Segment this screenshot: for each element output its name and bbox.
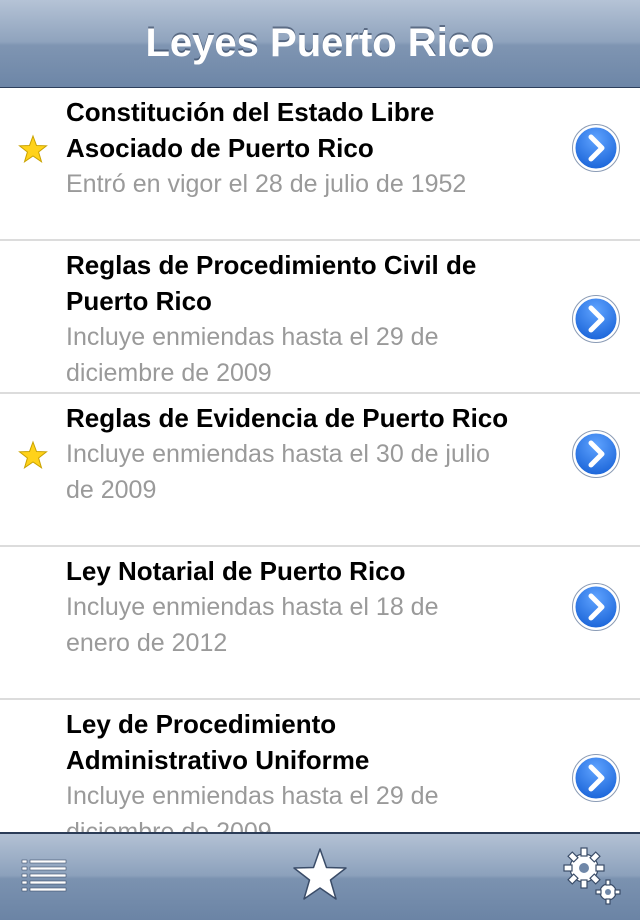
detail-disclosure-icon[interactable] bbox=[572, 124, 620, 172]
list-button[interactable] bbox=[20, 856, 68, 896]
detail-disclosure-icon[interactable] bbox=[572, 753, 620, 802]
favorite-star-icon bbox=[18, 440, 48, 470]
app-screen: Leyes Puerto Rico Constitución del Estad… bbox=[0, 0, 640, 920]
law-title-line: Puerto Rico bbox=[66, 286, 212, 316]
law-title-line: Ley de Procedimiento bbox=[66, 709, 337, 739]
favorite-star-icon bbox=[18, 134, 48, 164]
law-title-line: Administrativo Uniforme bbox=[66, 745, 370, 775]
law-row[interactable]: Reglas de Procedimiento Civil de Puerto R… bbox=[0, 241, 640, 394]
law-title-line: Reglas de Procedimiento Civil de bbox=[66, 250, 477, 280]
law-subtitle-line: de 2009 bbox=[66, 476, 157, 504]
law-text: Constitución del Estado Libre Asociado de… bbox=[66, 94, 566, 202]
star-icon bbox=[293, 848, 347, 900]
law-title-line: Ley Notarial de Puerto Rico bbox=[66, 556, 406, 586]
law-row[interactable]: Reglas de Evidencia de Puerto Rico Incluy… bbox=[0, 394, 640, 547]
detail-disclosure-icon[interactable] bbox=[572, 583, 620, 631]
law-subtitle-line: Entró en vigor el 28 de julio de 1952 bbox=[66, 170, 467, 198]
law-title-line: Constitución del Estado Libre bbox=[66, 97, 435, 127]
law-subtitle-line: Incluye enmiendas hasta el 18 de bbox=[66, 593, 439, 621]
settings-gears-icon bbox=[563, 847, 621, 905]
list-icon bbox=[21, 859, 67, 892]
law-row[interactable]: Constitución del Estado Libre Asociado de… bbox=[0, 88, 640, 241]
law-subtitle-line: diciembre de 2009 bbox=[66, 818, 272, 832]
detail-disclosure-icon[interactable] bbox=[572, 294, 620, 343]
detail-disclosure-icon[interactable] bbox=[572, 430, 620, 478]
law-subtitle-line: Incluye enmiendas hasta el 30 de julio bbox=[66, 440, 490, 468]
law-subtitle-line: diciembre de 2009 bbox=[66, 359, 272, 387]
law-subtitle-line: Incluye enmiendas hasta el 29 de bbox=[66, 782, 439, 810]
law-subtitle-line: Incluye enmiendas hasta el 29 de bbox=[66, 323, 439, 351]
law-title-line: Asociado de Puerto Rico bbox=[66, 133, 374, 163]
page-title: Leyes Puerto Rico bbox=[145, 21, 495, 65]
law-text: Reglas de Procedimiento Civil de Puerto R… bbox=[66, 247, 566, 391]
law-text: Reglas de Evidencia de Puerto Rico Incluy… bbox=[66, 400, 566, 508]
law-subtitle-line: enero de 2012 bbox=[66, 629, 228, 657]
bottom-toolbar bbox=[0, 832, 640, 920]
navigation-bar: Leyes Puerto Rico bbox=[0, 0, 640, 88]
law-row[interactable]: Ley de Procedimiento Administrativo Unifo… bbox=[0, 700, 640, 832]
law-text: Ley Notarial de Puerto Rico Incluye enmie… bbox=[66, 553, 566, 661]
law-list[interactable]: Constitución del Estado Libre Asociado de… bbox=[0, 88, 640, 832]
law-title-line: Reglas de Evidencia de Puerto Rico bbox=[66, 403, 509, 433]
law-text: Ley de Procedimiento Administrativo Unifo… bbox=[66, 706, 566, 832]
law-row[interactable]: Ley Notarial de Puerto Rico Incluye enmie… bbox=[0, 547, 640, 700]
settings-button[interactable] bbox=[562, 846, 622, 908]
favorites-button[interactable] bbox=[292, 846, 348, 906]
